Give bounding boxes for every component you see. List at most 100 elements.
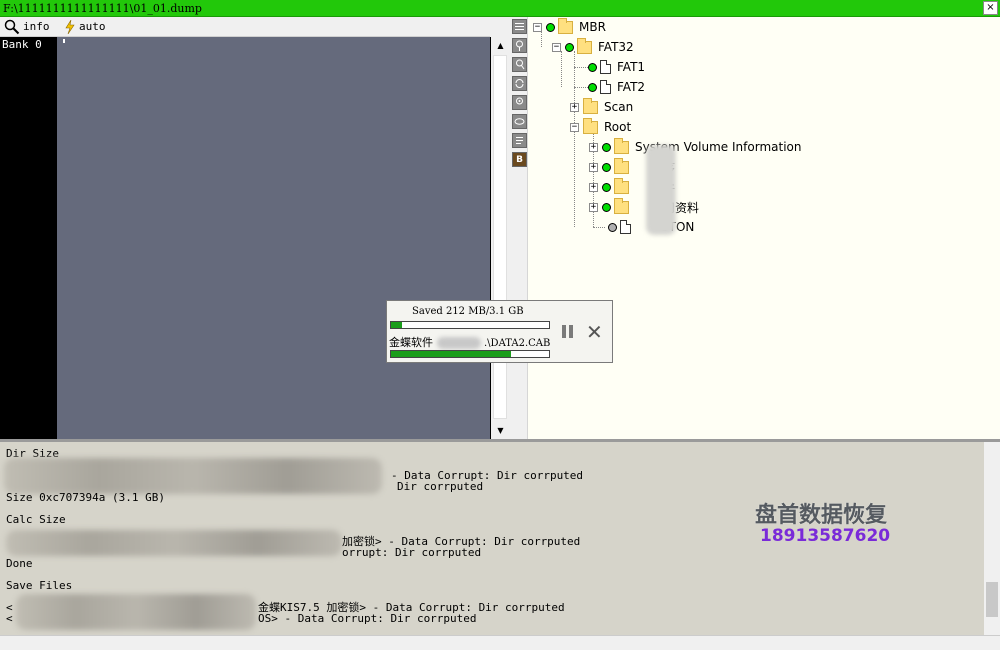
total-progress-bar bbox=[390, 321, 550, 329]
status-dot-icon bbox=[602, 202, 611, 212]
file-tree: − MBR − FAT32 FAT1 FAT2 + Scan − Root + … bbox=[528, 17, 1000, 439]
status-dot-icon bbox=[588, 62, 597, 72]
info-label: info bbox=[23, 20, 50, 33]
window-title: F:\1111111111111111\01_01.dump bbox=[3, 2, 202, 15]
search-icon[interactable] bbox=[512, 57, 527, 72]
current-file-prefix: 金蝶软件 bbox=[389, 336, 433, 349]
info-button[interactable]: info bbox=[4, 17, 50, 37]
watermark-phone: 18913587620 bbox=[760, 526, 891, 546]
window-close-button[interactable]: × bbox=[983, 1, 998, 15]
toolbar: info auto bbox=[0, 17, 490, 37]
tree-label: FAT1 bbox=[617, 60, 646, 74]
expand-toggle[interactable]: + bbox=[589, 182, 598, 192]
hex-scrollbar[interactable]: ▲ ▼ bbox=[490, 37, 510, 439]
status-dot-icon bbox=[602, 162, 611, 172]
folder-icon bbox=[583, 97, 598, 114]
tree-node-mbr[interactable]: − MBR bbox=[533, 17, 606, 37]
refresh-icon[interactable] bbox=[512, 76, 527, 91]
scroll-up-arrow[interactable]: ▲ bbox=[491, 38, 510, 54]
file-icon bbox=[600, 80, 611, 94]
scroll-thumb[interactable] bbox=[986, 582, 998, 617]
redaction-blur bbox=[436, 337, 481, 349]
hex-offset-column: Bank 0 bbox=[0, 37, 57, 439]
scroll-track[interactable] bbox=[493, 55, 507, 419]
magnifier-icon bbox=[4, 19, 20, 35]
log-line: Size 0xc707394a (3.1 GB) bbox=[6, 491, 165, 504]
tree-node-fat32[interactable]: − FAT32 bbox=[552, 37, 634, 57]
tool-sidebar: B bbox=[510, 17, 528, 439]
tree-label: Scan bbox=[604, 100, 634, 114]
tree-label: FAT32 bbox=[598, 40, 634, 54]
saved-status: Saved 212 MB/3.1 GB bbox=[412, 306, 524, 317]
log-line: < bbox=[6, 612, 13, 625]
status-dot-icon bbox=[602, 142, 611, 152]
tree-label: MBR bbox=[579, 20, 606, 34]
log-line: OS> - Data Corrupt: Dir corrputed bbox=[258, 612, 477, 625]
log-line: Dir corrputed bbox=[397, 480, 484, 493]
tree-node-system-volume-information[interactable]: + System Volume Information bbox=[589, 137, 801, 157]
current-file-suffix: .\DATA2.CAB bbox=[484, 338, 551, 349]
tree-label: FAT2 bbox=[617, 80, 646, 94]
window-titlebar: F:\1111111111111111\01_01.dump × bbox=[0, 0, 1000, 17]
log-line: Calc Size bbox=[6, 513, 66, 526]
collapse-toggle[interactable]: − bbox=[533, 22, 542, 32]
folder-icon bbox=[614, 197, 629, 214]
file-icon bbox=[620, 220, 631, 234]
log-line: orrupt: Dir corrputed bbox=[342, 546, 482, 559]
file-progress-fill bbox=[391, 351, 512, 357]
expand-toggle[interactable]: + bbox=[589, 162, 598, 172]
auto-label: auto bbox=[79, 20, 106, 33]
log-horizontal-scrollbar[interactable] bbox=[0, 635, 1000, 650]
folder-icon bbox=[577, 37, 592, 54]
folder-icon bbox=[614, 177, 629, 194]
eye-icon[interactable] bbox=[512, 114, 527, 129]
tree-node-folder-4[interactable]: + 公司资料 bbox=[589, 197, 699, 217]
status-dot-icon bbox=[546, 22, 555, 32]
bank-mode-icon[interactable]: B bbox=[512, 152, 527, 167]
file-icon bbox=[600, 60, 611, 74]
current-file: 金蝶软件 .\DATA2.CAB bbox=[389, 334, 550, 350]
folder-icon bbox=[614, 157, 629, 174]
redaction-blur bbox=[646, 145, 676, 235]
scroll-down-arrow[interactable]: ▼ bbox=[491, 423, 510, 439]
tree-node-scan[interactable]: + Scan bbox=[570, 97, 633, 117]
expand-toggle[interactable]: + bbox=[570, 102, 579, 112]
pin-icon[interactable] bbox=[512, 38, 527, 53]
log-vertical-scrollbar[interactable] bbox=[984, 442, 1000, 635]
status-dot-icon bbox=[608, 222, 617, 232]
folder-icon bbox=[583, 117, 598, 134]
text-caret bbox=[63, 39, 65, 43]
redaction-blur bbox=[6, 530, 342, 556]
cancel-button[interactable]: ✕ bbox=[586, 320, 603, 344]
tree-label: Root bbox=[604, 120, 632, 134]
status-dot-icon bbox=[565, 42, 574, 52]
hex-data-view[interactable] bbox=[57, 37, 490, 439]
status-dot-icon bbox=[588, 82, 597, 92]
pause-icon bbox=[562, 325, 566, 338]
tree-node-fat1[interactable]: FAT1 bbox=[588, 57, 645, 77]
folder-icon bbox=[558, 17, 573, 34]
text-icon[interactable] bbox=[512, 133, 527, 148]
redaction-blur bbox=[16, 594, 256, 630]
expand-toggle[interactable]: + bbox=[589, 142, 598, 152]
auto-button[interactable]: auto bbox=[64, 17, 106, 37]
redaction-blur bbox=[4, 458, 382, 494]
status-dot-icon bbox=[602, 182, 611, 192]
progress-dialog: Saved 212 MB/3.1 GB 金蝶软件 .\DATA2.CAB ✕ bbox=[386, 300, 613, 363]
expand-toggle[interactable]: + bbox=[589, 202, 598, 212]
lightning-icon bbox=[65, 20, 75, 34]
watermark-name: 盘首数据恢复 bbox=[755, 503, 888, 528]
pause-button[interactable] bbox=[562, 325, 576, 339]
file-progress-bar bbox=[390, 350, 550, 358]
location-icon[interactable] bbox=[512, 95, 527, 110]
tree-node-fat2[interactable]: FAT2 bbox=[588, 77, 645, 97]
list-icon[interactable] bbox=[512, 19, 527, 34]
bank-label: Bank 0 bbox=[2, 38, 42, 51]
total-progress-fill bbox=[391, 322, 403, 328]
collapse-toggle[interactable]: − bbox=[570, 122, 579, 132]
tree-node-root[interactable]: − Root bbox=[570, 117, 631, 137]
log-line: Save Files bbox=[6, 579, 73, 592]
folder-icon bbox=[614, 137, 629, 154]
log-line: Done bbox=[6, 557, 33, 570]
collapse-toggle[interactable]: − bbox=[552, 42, 561, 52]
